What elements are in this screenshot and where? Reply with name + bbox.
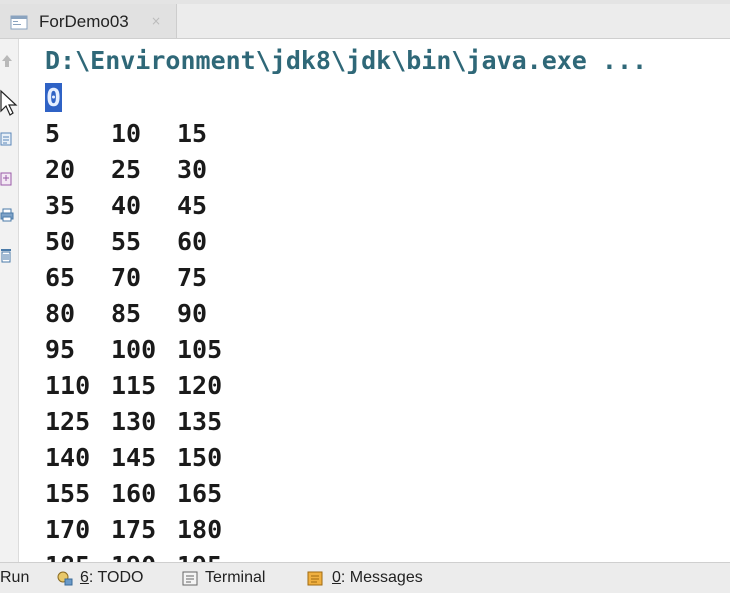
output-value: 5 [45, 119, 61, 148]
output-value: 130 [111, 407, 157, 436]
rerun-icon[interactable] [0, 131, 14, 147]
messages-label: : Messages [340, 569, 423, 586]
output-value: 150 [177, 443, 223, 472]
selected-text[interactable]: 0 [45, 83, 63, 112]
tool-window-bar: Run 6: TODO Terminal 0: Messages [0, 562, 730, 593]
run-toolbar [0, 39, 19, 562]
output-value: 160 [111, 479, 157, 508]
output-value: 145 [111, 443, 157, 472]
console-output[interactable]: D:\Environment\jdk8\jdk\bin\java.exe ...… [19, 39, 730, 562]
output-value: 75 [177, 263, 208, 292]
output-value: 100 [111, 335, 157, 364]
output-value: 180 [177, 515, 223, 544]
output-value: 125 [45, 407, 91, 436]
tab-close-icon[interactable]: × [151, 14, 161, 28]
tab-label: ForDemo03 [39, 12, 129, 31]
terminal-icon [182, 571, 198, 586]
messages-shortcut: 0 [332, 569, 341, 586]
output-value: 110 [45, 371, 91, 400]
output-value: 195 [177, 548, 222, 562]
up-arrow-icon[interactable] [0, 53, 14, 69]
output-value: 95 [45, 335, 76, 364]
output-value: 155 [45, 479, 91, 508]
terminal-tool-button[interactable]: Terminal [205, 563, 265, 593]
output-value: 25 [111, 155, 142, 184]
tab-fordemo03[interactable]: ForDemo03 × [0, 4, 177, 38]
run-tool-button[interactable]: Run [0, 563, 29, 593]
output-value: 70 [111, 263, 142, 292]
output-value: 115 [111, 371, 157, 400]
output-value: 170 [45, 515, 91, 544]
output-value: 65 [45, 263, 76, 292]
messages-tool-button[interactable]: 0: Messages [332, 563, 423, 593]
output-value: 10 [111, 119, 142, 148]
stop-icon[interactable] [0, 171, 14, 187]
todo-shortcut: 6 [80, 569, 89, 586]
output-value: 45 [177, 191, 208, 220]
output-value: 185 [45, 548, 90, 562]
output-value: 85 [111, 299, 142, 328]
output-value: 80 [45, 299, 76, 328]
output-value: 140 [45, 443, 91, 472]
cursor-icon [0, 89, 18, 116]
java-command-line: D:\Environment\jdk8\jdk\bin\java.exe ... [45, 46, 648, 75]
output-value: 30 [177, 155, 208, 184]
output-value: 165 [177, 479, 223, 508]
todo-label: : TODO [88, 569, 144, 586]
output-value: 105 [177, 335, 223, 364]
output-value: 20 [45, 155, 76, 184]
todo-tool-button[interactable]: 6: TODO [80, 563, 143, 593]
output-value: 175 [111, 515, 157, 544]
output-value: 15 [177, 119, 208, 148]
todo-icon [57, 571, 73, 586]
messages-icon [307, 571, 323, 586]
output-value: 60 [177, 227, 208, 256]
first-output-line: 0 [45, 83, 63, 113]
output-value: 40 [111, 191, 142, 220]
output-value: 190 [111, 548, 156, 562]
output-value: 135 [177, 407, 223, 436]
output-value: 120 [177, 371, 223, 400]
print-icon[interactable] [0, 207, 14, 223]
output-value: 35 [45, 191, 76, 220]
java-class-icon [10, 15, 28, 30]
trash-icon[interactable] [0, 247, 14, 263]
output-value: 50 [45, 227, 76, 256]
output-value: 55 [111, 227, 142, 256]
editor-tab-bar: ForDemo03 × [0, 4, 730, 39]
output-value: 90 [177, 299, 208, 328]
